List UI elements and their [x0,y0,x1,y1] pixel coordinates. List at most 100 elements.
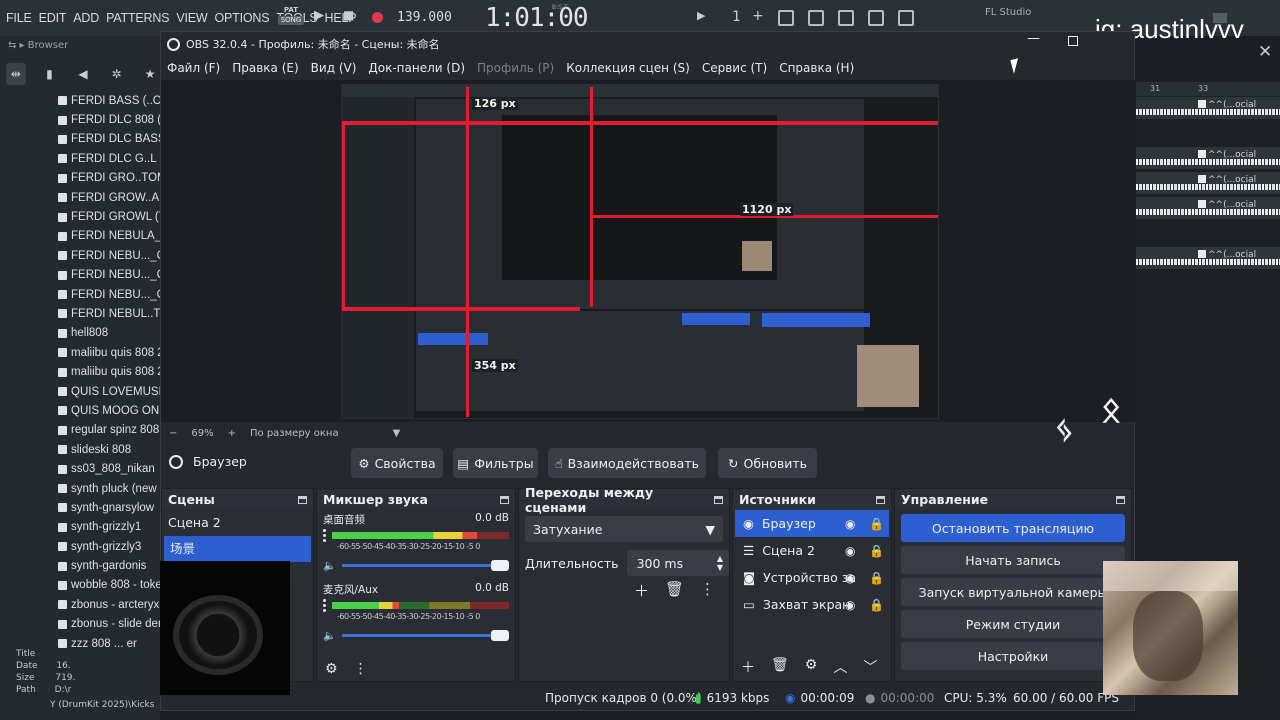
volume-slider[interactable] [342,560,509,571]
browser-file-icon[interactable]: ▮ [40,63,60,85]
fl-menu-patterns[interactable]: PATTERNS [106,11,169,25]
browser-file-item[interactable]: FERDI NEBULA_BASS [58,227,162,246]
eye-icon[interactable]: ◉ [845,598,855,612]
preview-canvas[interactable]: 126 px 1120 px 354 px ᛃ ᛟ [161,80,1136,450]
undock-icon[interactable] [876,495,885,504]
slider-knob[interactable] [491,560,509,571]
transition-select[interactable]: Затухание ▼ [525,516,723,542]
browser-file-item[interactable]: synth-gnarsylow [58,498,162,517]
source-item-device[interactable]: ◙ Устройство за ◉ 🔒 [735,564,889,591]
menu-scene-collection[interactable]: Коллекция сцен (S) [560,58,696,78]
add-icon[interactable]: ＋ [634,580,649,601]
pattern-number[interactable]: 1 [732,9,740,25]
browser-file-item[interactable]: FERDI NEBU..._CTM 808 [58,246,162,265]
menu-tools[interactable]: Сервис (T) [696,58,773,78]
browser-file-item[interactable]: FERDI GRO..TOM POV [58,169,162,188]
browser-file-item[interactable]: FERDI NEBU..._CTM 80 [58,266,162,285]
browser-file-item[interactable]: maliibu quis 808 2 [58,343,162,362]
filters-button[interactable]: ▤ Фильтры [453,448,538,478]
browser-file-item[interactable]: QUIS MOOG ONE S [58,401,162,420]
virtual-camera-button[interactable]: Запуск виртуальной камеры [901,578,1125,606]
browser-file-item[interactable]: FERDI DLC G..L (WARZO [58,149,162,168]
eye-icon[interactable]: ◉ [845,544,855,558]
mixer-menu-icon[interactable]: ⋮ [354,661,368,677]
slider-knob[interactable] [491,630,509,641]
add-icon[interactable]: ＋ [741,657,755,677]
minimize-icon[interactable]: — [1027,31,1040,46]
scene-item[interactable]: Сцена 2 [162,510,313,536]
browser-file-item[interactable]: zbonus - slide den [58,615,162,634]
play-icon[interactable]: ▶ [314,8,324,23]
fl-menu-add[interactable]: ADD [73,11,99,25]
properties-button[interactable]: ⚙ Свойства [351,448,443,478]
fl-menu-edit[interactable]: EDIT [39,11,67,25]
menu-file[interactable]: Файл (F) [161,58,226,78]
browser-star-icon[interactable]: ★ [140,63,160,85]
zoom-out-icon[interactable]: − [169,428,177,439]
maximize-icon[interactable] [1068,36,1078,46]
browser-file-item[interactable]: maliibu quis 808 2 [58,362,162,381]
zoom-in-icon[interactable]: + [228,428,236,439]
lock-icon[interactable]: 🔒 [869,517,884,531]
spin-arrows-icon[interactable]: ▲ ▼ [717,554,723,572]
browser-file-item[interactable]: synth-gardonis [58,556,162,575]
menu-view[interactable]: Вид (V) [305,58,363,78]
undock-icon[interactable] [298,495,307,504]
mixer-icon[interactable] [868,10,884,26]
tempo-display[interactable]: 139.000 [397,10,452,25]
undock-icon[interactable] [500,495,509,504]
stop-stream-button[interactable]: Остановить трансляцию [901,514,1125,542]
interact-button[interactable]: ☝ Взаимодействовать [548,448,706,478]
menu-help[interactable]: Справка (H) [773,58,860,78]
browser-all-icon[interactable]: ⇹ [6,63,26,85]
refresh-button[interactable]: ↻ Обновить [718,448,817,478]
undock-icon[interactable] [1116,495,1125,504]
undock-icon[interactable] [714,495,723,504]
browser-file-item[interactable]: regular spinz 808 [58,421,162,440]
fit-window-label[interactable]: По размеру окна [250,428,339,439]
playlist-track[interactable]: ^^(...ocial [1136,97,1280,119]
browser-file-item[interactable]: synth pluck (new s [58,479,162,498]
eye-icon[interactable]: ◉ [845,517,855,531]
trash-icon[interactable]: 🗑 [665,580,684,601]
fl-menu-view[interactable]: VIEW [176,11,207,25]
menu-docks[interactable]: Док-панели (D) [362,58,471,78]
lock-icon[interactable]: 🔒 [869,598,884,612]
source-item-scene[interactable]: ☰ Сцена 2 ◉ 🔒 [735,537,889,564]
playlist-track[interactable]: ^^(...ocial [1136,247,1280,269]
more-icon[interactable]: ⋮ [700,580,715,601]
browser-file-item[interactable]: QUIS LOVEMUSIC S [58,382,162,401]
browser-file-item[interactable]: FERDI BASS (..OKER SU [58,91,162,110]
browser-file-item[interactable]: FERDI GROW..APESHIT [58,188,162,207]
mixer-settings-icon[interactable]: ⚙ [325,661,338,677]
browser-file-item[interactable]: synth-grizzly1 [58,518,162,537]
volume-slider[interactable] [342,630,509,641]
channel-rack-icon[interactable] [838,10,854,26]
browser-file-item[interactable]: zbonus - arcteryx sub [58,595,162,614]
browser-file-item[interactable]: FERDI NEBU..._CTM 80 [58,285,162,304]
trash-icon[interactable]: 🗑 [771,657,789,677]
plugin-icon[interactable] [898,10,914,26]
zoom-dropdown-icon[interactable]: ▼ [393,428,401,439]
playlist-track[interactable]: ^^(...ocial [1136,197,1280,219]
playlist-track[interactable]: ^^(...ocial [1136,172,1280,194]
speaker-icon[interactable]: 🔈 [323,559,336,572]
lock-icon[interactable]: 🔒 [869,571,884,585]
add-pattern-icon[interactable]: + [752,8,764,24]
menu-edit[interactable]: Правка (E) [226,58,304,78]
gear-icon[interactable]: ⚙ [805,657,818,677]
stop-icon[interactable]: ■ [343,8,354,22]
source-item-browser[interactable]: ◉ Браузер ◉ 🔒 [735,510,889,537]
browser-speaker-icon[interactable]: ◀ [73,63,93,85]
piano-roll-icon[interactable] [808,10,824,26]
lock-icon[interactable]: 🔒 [869,544,884,558]
channel-menu-icon[interactable] [323,529,326,542]
playlist-icon[interactable] [778,10,794,26]
browser-arrows-icon[interactable]: ⇆ ▸ [8,40,28,51]
browser-file-item[interactable]: hell808 [58,324,162,343]
settings-button[interactable]: Настройки [901,642,1125,670]
down-icon[interactable]: ﹀ [863,657,877,677]
up-icon[interactable]: ︿ [833,657,847,677]
studio-mode-button[interactable]: Режим студии [901,610,1125,638]
source-item-screen[interactable]: ▭ Захват экран ◉ 🔒 [735,591,889,618]
